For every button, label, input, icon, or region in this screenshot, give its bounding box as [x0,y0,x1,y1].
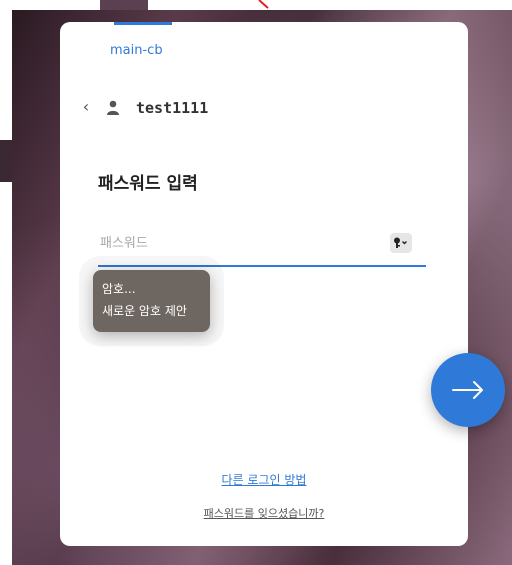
autofill-popup: 암호... 새로운 암호 제안 [93,270,210,332]
login-card: main-cb ‹ test1111 패스워드 입력 암호... 새로운 암호 … [60,22,468,546]
page-title: 패스워드 입력 [98,174,198,194]
key-icon [394,237,407,248]
password-input[interactable] [98,231,380,255]
chevron-left-icon: ‹ [82,97,90,116]
autofill-passwords-item[interactable]: 암호... [102,280,136,297]
red-arrow-icon [258,0,269,9]
password-field [98,225,426,267]
account-tab-indicator [114,22,172,25]
wallpaper-edge [0,140,12,182]
back-button[interactable]: ‹ [79,99,93,115]
other-login-link[interactable]: 다른 로그인 방법 [60,471,468,488]
account-name-link[interactable]: main-cb [110,43,163,58]
next-button[interactable] [431,353,505,427]
wallpaper-top-block [100,0,148,10]
user-icon [107,100,119,115]
password-manager-button[interactable] [390,233,412,253]
username-label: test1111 [136,99,209,117]
arrow-right-icon [452,381,483,399]
forgot-password-link[interactable]: 패스워드를 잊으셨습니까? [60,505,468,521]
autofill-suggest-password-item[interactable]: 새로운 암호 제안 [102,302,187,319]
